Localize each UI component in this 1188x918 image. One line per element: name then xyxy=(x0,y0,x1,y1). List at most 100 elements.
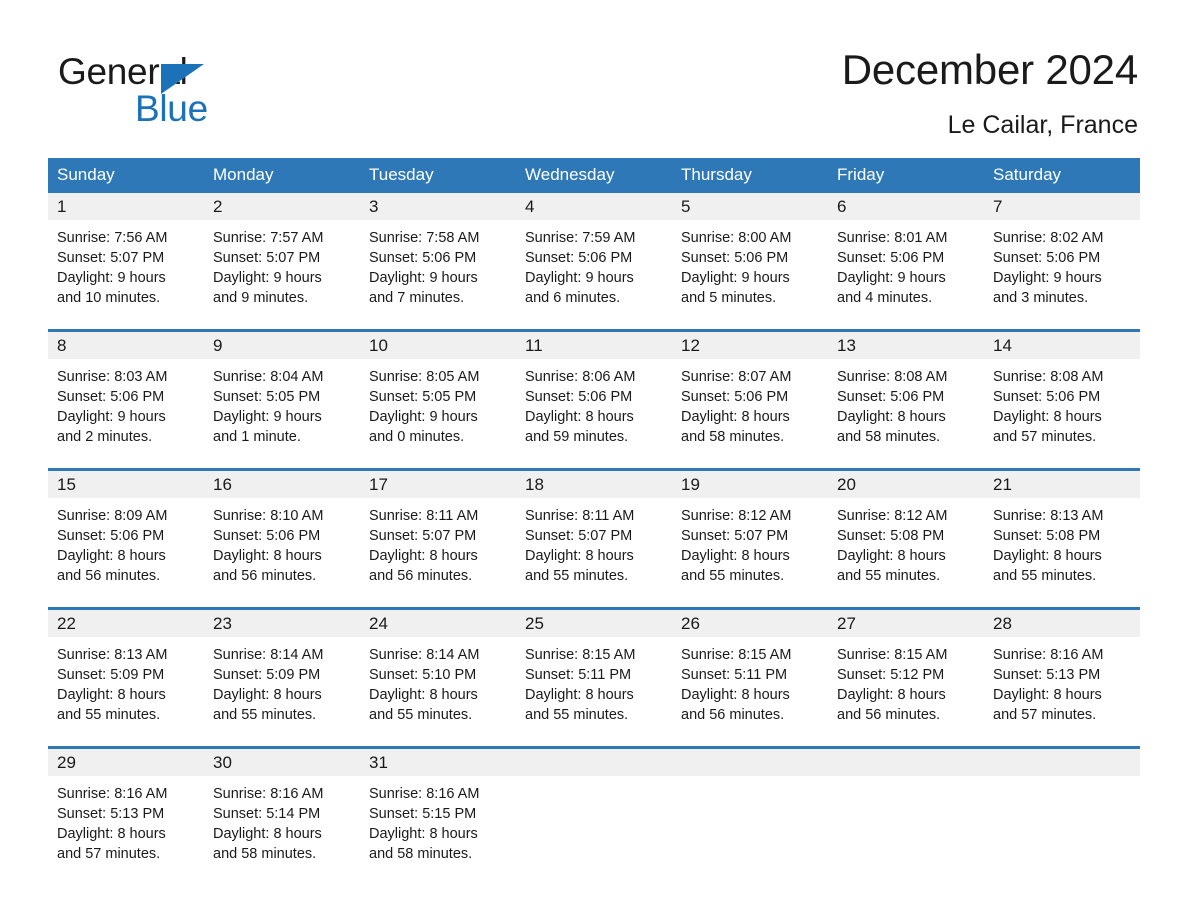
sunset-time: Sunset: 5:06 PM xyxy=(525,389,633,405)
daylight-duration-line1: Daylight: 8 hours xyxy=(681,409,790,425)
daylight-duration-line1: Daylight: 8 hours xyxy=(213,548,322,564)
daylight-duration-line1: Daylight: 8 hours xyxy=(837,687,946,703)
day-number: 27 xyxy=(828,610,984,637)
sunrise-time: Sunrise: 8:07 AM xyxy=(681,369,792,385)
calendar-day-cell[interactable]: 24 Sunrise: 8:14 AM Sunset: 5:10 PM Dayligh… xyxy=(360,607,516,737)
sunset-time: Sunset: 5:05 PM xyxy=(369,389,477,405)
calendar-day-cell[interactable]: 18 Sunrise: 8:11 AM Sunset: 5:07 PM Dayligh… xyxy=(516,468,672,598)
calendar-day-cell[interactable]: 28 Sunrise: 8:16 AM Sunset: 5:13 PM Dayligh… xyxy=(984,607,1140,737)
calendar-day-cell[interactable]: 4 Sunrise: 7:59 AM Sunset: 5:06 PM Daylight… xyxy=(516,193,672,320)
day-details xyxy=(516,776,672,784)
weekday-header-wednesday: Wednesday xyxy=(516,158,672,193)
daylight-duration-line2: and 55 minutes. xyxy=(213,707,317,723)
daylight-duration-line2: and 5 minutes. xyxy=(681,290,777,306)
calendar-day-cell[interactable]: 31 Sunrise: 8:16 AM Sunset: 5:15 PM Dayligh… xyxy=(360,746,516,876)
calendar-day-cell[interactable]: 21 Sunrise: 8:13 AM Sunset: 5:08 PM Dayligh… xyxy=(984,468,1140,598)
calendar-day-cell[interactable]: 5 Sunrise: 8:00 AM Sunset: 5:06 PM Daylight… xyxy=(672,193,828,320)
day-cell-inner: 22 Sunrise: 8:13 AM Sunset: 5:09 PM Dayligh… xyxy=(48,610,204,737)
calendar-empty-cell xyxy=(984,746,1140,876)
sunset-time: Sunset: 5:12 PM xyxy=(837,667,945,683)
weekday-header-monday: Monday xyxy=(204,158,360,193)
calendar-day-cell[interactable]: 15 Sunrise: 8:09 AM Sunset: 5:06 PM Dayligh… xyxy=(48,468,204,598)
sunset-time: Sunset: 5:06 PM xyxy=(837,389,945,405)
sunset-time: Sunset: 5:06 PM xyxy=(525,250,633,266)
calendar-week-row: 29 Sunrise: 8:16 AM Sunset: 5:13 PM Dayligh… xyxy=(48,746,1140,876)
calendar-day-cell[interactable]: 30 Sunrise: 8:16 AM Sunset: 5:14 PM Dayligh… xyxy=(204,746,360,876)
day-number: 8 xyxy=(48,332,204,359)
day-number: 16 xyxy=(204,471,360,498)
calendar-day-cell[interactable]: 1 Sunrise: 7:56 AM Sunset: 5:07 PM Daylight… xyxy=(48,193,204,320)
day-number: 21 xyxy=(984,471,1140,498)
day-details: Sunrise: 7:57 AM Sunset: 5:07 PM Daylight:… xyxy=(204,220,360,308)
day-number xyxy=(516,749,672,776)
calendar-day-cell[interactable]: 2 Sunrise: 7:57 AM Sunset: 5:07 PM Daylight… xyxy=(204,193,360,320)
daylight-duration-line2: and 56 minutes. xyxy=(213,568,317,584)
sunset-time: Sunset: 5:09 PM xyxy=(57,667,165,683)
daylight-duration-line2: and 58 minutes. xyxy=(681,429,785,445)
calendar-day-cell[interactable]: 11 Sunrise: 8:06 AM Sunset: 5:06 PM Dayligh… xyxy=(516,329,672,459)
calendar-day-cell[interactable]: 27 Sunrise: 8:15 AM Sunset: 5:12 PM Dayligh… xyxy=(828,607,984,737)
calendar-day-cell[interactable]: 16 Sunrise: 8:10 AM Sunset: 5:06 PM Dayligh… xyxy=(204,468,360,598)
day-details: Sunrise: 8:00 AM Sunset: 5:06 PM Daylight:… xyxy=(672,220,828,308)
calendar-day-cell[interactable]: 23 Sunrise: 8:14 AM Sunset: 5:09 PM Dayligh… xyxy=(204,607,360,737)
sunrise-time: Sunrise: 8:16 AM xyxy=(993,647,1104,663)
daylight-duration-line1: Daylight: 9 hours xyxy=(57,409,166,425)
calendar-day-cell[interactable]: 12 Sunrise: 8:07 AM Sunset: 5:06 PM Dayligh… xyxy=(672,329,828,459)
daylight-duration-line2: and 58 minutes. xyxy=(837,429,941,445)
general-blue-logo: General Blue xyxy=(58,52,298,138)
day-cell-inner: 18 Sunrise: 8:11 AM Sunset: 5:07 PM Dayligh… xyxy=(516,471,672,598)
sunrise-time: Sunrise: 8:10 AM xyxy=(213,508,324,524)
daylight-duration-line1: Daylight: 9 hours xyxy=(57,270,166,286)
calendar-day-cell[interactable]: 22 Sunrise: 8:13 AM Sunset: 5:09 PM Dayligh… xyxy=(48,607,204,737)
daylight-duration-line1: Daylight: 9 hours xyxy=(993,270,1102,286)
day-details: Sunrise: 8:16 AM Sunset: 5:14 PM Daylight:… xyxy=(204,776,360,864)
day-details xyxy=(672,776,828,784)
calendar-page: General Blue December 2024 Le Cailar, Fr… xyxy=(0,0,1188,918)
daylight-duration-line1: Daylight: 8 hours xyxy=(213,826,322,842)
calendar-day-cell[interactable]: 25 Sunrise: 8:15 AM Sunset: 5:11 PM Dayligh… xyxy=(516,607,672,737)
daylight-duration-line1: Daylight: 8 hours xyxy=(993,687,1102,703)
daylight-duration-line1: Daylight: 9 hours xyxy=(213,270,322,286)
day-cell-inner: 19 Sunrise: 8:12 AM Sunset: 5:07 PM Dayligh… xyxy=(672,471,828,598)
daylight-duration-line1: Daylight: 8 hours xyxy=(837,548,946,564)
calendar-day-cell[interactable]: 6 Sunrise: 8:01 AM Sunset: 5:06 PM Daylight… xyxy=(828,193,984,320)
daylight-duration-line1: Daylight: 9 hours xyxy=(213,409,322,425)
calendar-day-cell[interactable]: 10 Sunrise: 8:05 AM Sunset: 5:05 PM Dayligh… xyxy=(360,329,516,459)
daylight-duration-line1: Daylight: 9 hours xyxy=(525,270,634,286)
day-cell-inner xyxy=(672,749,828,876)
day-cell-inner: 7 Sunrise: 8:02 AM Sunset: 5:06 PM Daylight… xyxy=(984,193,1140,320)
sunset-time: Sunset: 5:14 PM xyxy=(213,806,321,822)
weekday-header-friday: Friday xyxy=(828,158,984,193)
day-number: 19 xyxy=(672,471,828,498)
daylight-duration-line1: Daylight: 8 hours xyxy=(681,687,790,703)
page-header: General Blue December 2024 Le Cailar, Fr… xyxy=(48,44,1140,148)
day-number: 6 xyxy=(828,193,984,220)
day-cell-inner: 5 Sunrise: 8:00 AM Sunset: 5:06 PM Daylight… xyxy=(672,193,828,320)
day-details xyxy=(984,776,1140,784)
daylight-duration-line2: and 10 minutes. xyxy=(57,290,161,306)
title-block: December 2024 Le Cailar, France xyxy=(842,44,1138,142)
calendar-day-cell[interactable]: 3 Sunrise: 7:58 AM Sunset: 5:06 PM Daylight… xyxy=(360,193,516,320)
day-number: 5 xyxy=(672,193,828,220)
calendar-day-cell[interactable]: 8 Sunrise: 8:03 AM Sunset: 5:06 PM Daylight… xyxy=(48,329,204,459)
calendar-day-cell[interactable]: 19 Sunrise: 8:12 AM Sunset: 5:07 PM Dayligh… xyxy=(672,468,828,598)
weekday-header-thursday: Thursday xyxy=(672,158,828,193)
sunset-time: Sunset: 5:10 PM xyxy=(369,667,477,683)
calendar-day-cell[interactable]: 29 Sunrise: 8:16 AM Sunset: 5:13 PM Dayligh… xyxy=(48,746,204,876)
calendar-day-cell[interactable]: 26 Sunrise: 8:15 AM Sunset: 5:11 PM Dayligh… xyxy=(672,607,828,737)
daylight-duration-line2: and 55 minutes. xyxy=(681,568,785,584)
sunset-time: Sunset: 5:06 PM xyxy=(993,389,1101,405)
sunrise-time: Sunrise: 8:14 AM xyxy=(213,647,324,663)
daylight-duration-line1: Daylight: 8 hours xyxy=(525,548,634,564)
day-cell-inner: 12 Sunrise: 8:07 AM Sunset: 5:06 PM Dayligh… xyxy=(672,332,828,459)
calendar-day-cell[interactable]: 17 Sunrise: 8:11 AM Sunset: 5:07 PM Dayligh… xyxy=(360,468,516,598)
calendar-day-cell[interactable]: 14 Sunrise: 8:08 AM Sunset: 5:06 PM Dayligh… xyxy=(984,329,1140,459)
daylight-duration-line1: Daylight: 8 hours xyxy=(681,548,790,564)
calendar-day-cell[interactable]: 13 Sunrise: 8:08 AM Sunset: 5:06 PM Dayligh… xyxy=(828,329,984,459)
calendar-day-cell[interactable]: 7 Sunrise: 8:02 AM Sunset: 5:06 PM Daylight… xyxy=(984,193,1140,320)
day-details: Sunrise: 8:16 AM Sunset: 5:13 PM Daylight:… xyxy=(48,776,204,864)
calendar-day-cell[interactable]: 9 Sunrise: 8:04 AM Sunset: 5:05 PM Daylight… xyxy=(204,329,360,459)
calendar-day-cell[interactable]: 20 Sunrise: 8:12 AM Sunset: 5:08 PM Dayligh… xyxy=(828,468,984,598)
day-number: 13 xyxy=(828,332,984,359)
daylight-duration-line2: and 55 minutes. xyxy=(525,707,629,723)
